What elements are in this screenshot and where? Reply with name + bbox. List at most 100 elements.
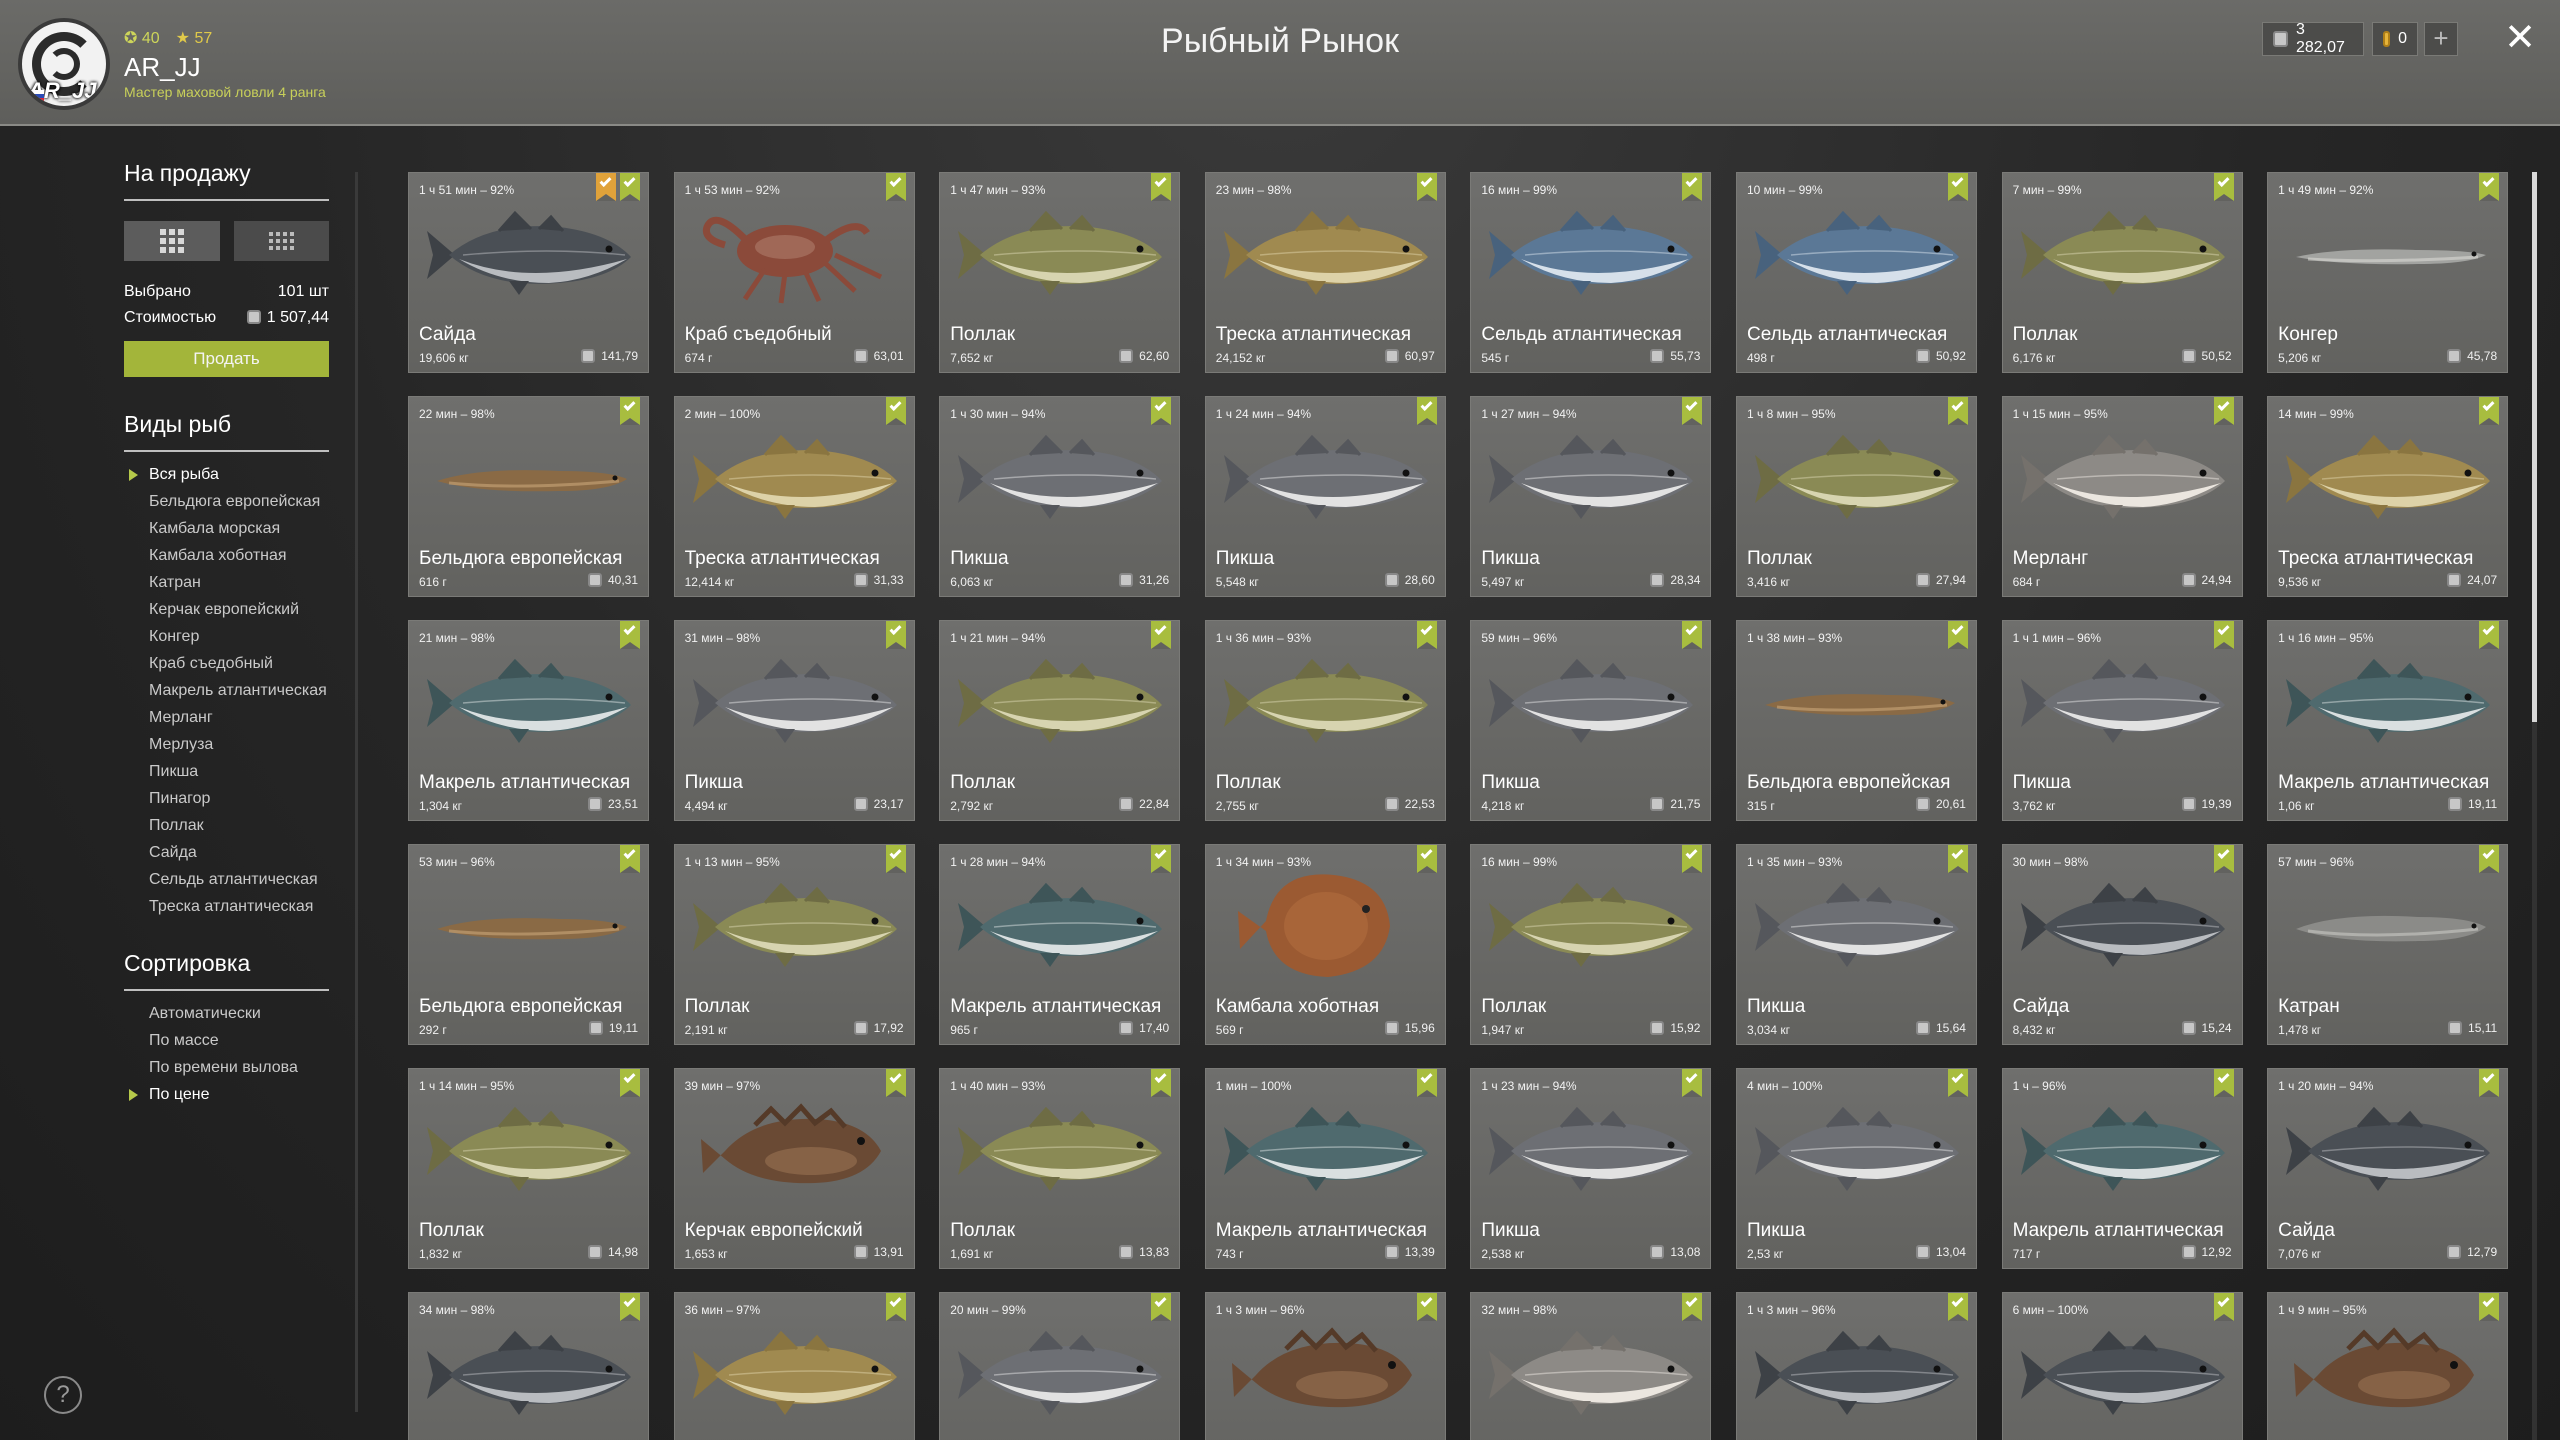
fish-card[interactable]: 1 ч 1 мин – 96% Пикша 3,762 кг 19,39 bbox=[2001, 620, 2243, 821]
species-item[interactable]: Камбала хоботная bbox=[124, 547, 329, 565]
select-bookmark-icon[interactable] bbox=[1947, 1293, 1968, 1321]
fish-card[interactable]: 1 ч 35 мин – 93% Пикша 3,034 кг 15,64 bbox=[1735, 844, 1977, 1045]
sort-item[interactable]: По времени вылова bbox=[124, 1059, 329, 1077]
select-bookmark-icon[interactable] bbox=[1416, 397, 1437, 425]
select-bookmark-icon[interactable] bbox=[2479, 397, 2500, 425]
select-bookmark-icon[interactable] bbox=[2213, 621, 2234, 649]
select-bookmark-icon[interactable] bbox=[1682, 845, 1703, 873]
select-bookmark-icon[interactable] bbox=[1682, 397, 1703, 425]
species-item[interactable]: Мерланг bbox=[124, 709, 329, 727]
select-bookmark-icon[interactable] bbox=[885, 1069, 906, 1097]
fish-card[interactable]: 16 мин – 99% Поллак 1,947 кг 15,92 bbox=[1470, 844, 1712, 1045]
fish-card[interactable]: 1 ч 38 мин – 93% Бельдюга европейская 315… bbox=[1735, 620, 1977, 821]
select-bookmark-icon[interactable] bbox=[1682, 1293, 1703, 1321]
fish-card[interactable]: 1 ч 14 мин – 95% Поллак 1,832 кг 14,98 bbox=[408, 1068, 649, 1269]
select-bookmark-icon[interactable] bbox=[2213, 845, 2234, 873]
select-bookmark-icon[interactable] bbox=[1151, 397, 1172, 425]
select-bookmark-icon[interactable] bbox=[1682, 1069, 1703, 1097]
fish-card[interactable]: 1 ч 16 мин – 95% Макрель атлантическая 1,… bbox=[2267, 620, 2508, 821]
fish-card[interactable]: 21 мин – 98% Макрель атлантическая 1,304 … bbox=[408, 620, 649, 821]
species-item[interactable]: Бельдюга европейская bbox=[124, 493, 329, 511]
select-bookmark-icon[interactable] bbox=[885, 173, 906, 201]
select-bookmark-icon[interactable] bbox=[2213, 1069, 2234, 1097]
add-gold-button[interactable]: + bbox=[2424, 22, 2458, 56]
fish-card[interactable]: 1 ч 23 мин – 94% Пикша 2,538 кг 13,08 bbox=[1470, 1068, 1712, 1269]
select-bookmark-icon[interactable] bbox=[2479, 1293, 2500, 1321]
species-item[interactable]: Камбала морская bbox=[124, 520, 329, 538]
fish-card[interactable]: 1 ч 8 мин – 95% Поллак 3,416 кг 27,94 bbox=[1735, 396, 1977, 597]
help-button[interactable]: ? bbox=[44, 1376, 82, 1414]
fish-card[interactable]: 1 мин – 100% Макрель атлантическая 743 г 1… bbox=[1204, 1068, 1446, 1269]
species-item[interactable]: Сельдь атлантическая bbox=[124, 871, 329, 889]
select-bookmark-icon[interactable] bbox=[1151, 621, 1172, 649]
select-bookmark-icon[interactable] bbox=[1151, 1069, 1172, 1097]
select-bookmark-icon[interactable] bbox=[1416, 1293, 1437, 1321]
select-bookmark-icon[interactable] bbox=[620, 621, 640, 649]
fish-card[interactable]: 23 мин – 98% Треска атлантическая 24,152 … bbox=[1204, 172, 1446, 373]
select-bookmark-icon[interactable] bbox=[1947, 845, 1968, 873]
select-bookmark-icon[interactable] bbox=[1682, 621, 1703, 649]
select-bookmark-icon[interactable] bbox=[2213, 173, 2234, 201]
fish-card[interactable]: 31 мин – 98% Пикша 4,494 кг 23,17 bbox=[673, 620, 915, 821]
fish-card[interactable]: 1 ч 21 мин – 94% Поллак 2,792 кг 22,84 bbox=[939, 620, 1181, 821]
select-bookmark-icon[interactable] bbox=[620, 1293, 640, 1321]
select-bookmark-icon[interactable] bbox=[2479, 621, 2500, 649]
fish-card[interactable]: 1 ч 34 мин – 93% Камбала хоботная 569 г 15… bbox=[1204, 844, 1446, 1045]
sell-button[interactable]: Продать bbox=[124, 341, 329, 377]
fish-card[interactable]: 1 ч 40 мин – 93% Поллак 1,691 кг 13,83 bbox=[939, 1068, 1181, 1269]
select-bookmark-icon[interactable] bbox=[620, 397, 640, 425]
select-bookmark-icon[interactable] bbox=[2479, 845, 2500, 873]
species-item[interactable]: Макрель атлантическая bbox=[124, 682, 329, 700]
select-bookmark-icon[interactable] bbox=[1947, 1069, 1968, 1097]
select-bookmark-icon[interactable] bbox=[2479, 173, 2500, 201]
fish-card[interactable]: 7 мин – 99% Поллак 6,176 кг 50,52 bbox=[2001, 172, 2243, 373]
select-bookmark-icon[interactable] bbox=[885, 845, 906, 873]
fish-card[interactable]: 1 ч 28 мин – 94% Макрель атлантическая 96… bbox=[939, 844, 1181, 1045]
fish-card[interactable]: 1 ч 49 мин – 92% Конгер 5,206 кг 45,78 bbox=[2267, 172, 2508, 373]
sort-item[interactable]: По массе bbox=[124, 1032, 329, 1050]
fish-card[interactable]: 1 ч 36 мин – 93% Поллак 2,755 кг 22,53 bbox=[1204, 620, 1446, 821]
fish-card[interactable]: 6 мин – 100% bbox=[2001, 1292, 2243, 1440]
select-bookmark-icon[interactable] bbox=[1151, 845, 1172, 873]
scrollbar-thumb[interactable] bbox=[2532, 172, 2537, 722]
species-item[interactable]: Сайда bbox=[124, 844, 329, 862]
fish-card[interactable]: 1 ч 30 мин – 94% Пикша 6,063 кг 31,26 bbox=[939, 396, 1181, 597]
fish-card[interactable]: 30 мин – 98% Сайда 8,432 кг 15,24 bbox=[2001, 844, 2243, 1045]
fish-card[interactable]: 16 мин – 99% Сельдь атлантическая 545 г 55… bbox=[1470, 172, 1712, 373]
fish-card[interactable]: 39 мин – 97% Керчак европейский 1,653 кг 1… bbox=[673, 1068, 915, 1269]
select-bookmark-icon[interactable] bbox=[1947, 173, 1968, 201]
fish-card[interactable]: 4 мин – 100% Пикша 2,53 кг 13,04 bbox=[1735, 1068, 1977, 1269]
select-bookmark-icon[interactable] bbox=[1151, 1293, 1172, 1321]
fish-card[interactable]: 10 мин – 99% Сельдь атлантическая 498 г 50… bbox=[1735, 172, 1977, 373]
species-item[interactable]: Конгер bbox=[124, 628, 329, 646]
fish-card[interactable]: 2 мин – 100% Треска атлантическая 12,414 … bbox=[673, 396, 915, 597]
select-bookmark-icon[interactable] bbox=[1682, 173, 1703, 201]
fish-card[interactable]: 57 мин – 96% Катран 1,478 кг 15,11 bbox=[2267, 844, 2508, 1045]
species-item[interactable]: Пикша bbox=[124, 763, 329, 781]
sort-item[interactable]: По цене bbox=[124, 1086, 329, 1104]
species-item[interactable]: Керчак европейский bbox=[124, 601, 329, 619]
select-bookmark-icon[interactable] bbox=[2213, 397, 2234, 425]
fish-card[interactable]: 53 мин – 96% Бельдюга европейская 292 г 19… bbox=[408, 844, 649, 1045]
fish-card[interactable]: 36 мин – 97% bbox=[673, 1292, 915, 1440]
fish-card[interactable]: 1 ч 47 мин – 93% Поллак 7,652 кг 62,60 bbox=[939, 172, 1181, 373]
fish-card[interactable]: 1 ч 3 мин – 96% bbox=[1204, 1292, 1446, 1440]
select-bookmark-icon[interactable] bbox=[885, 621, 906, 649]
species-item[interactable]: Мерлуза bbox=[124, 736, 329, 754]
sort-item[interactable]: Автоматически bbox=[124, 1005, 329, 1023]
fish-card[interactable]: 1 ч 3 мин – 96% bbox=[1735, 1292, 1977, 1440]
fish-card[interactable]: 1 ч 51 мин – 92% Сайда 19,606 кг 141,79 bbox=[408, 172, 649, 373]
fish-card[interactable]: 1 ч 27 мин – 94% Пикша 5,497 кг 28,34 bbox=[1470, 396, 1712, 597]
close-button[interactable]: ✕ bbox=[2500, 18, 2540, 58]
select-bookmark-icon[interactable] bbox=[620, 173, 640, 201]
select-bookmark-icon[interactable] bbox=[885, 1293, 906, 1321]
fish-card[interactable]: 1 ч 13 мин – 95% Поллак 2,191 кг 17,92 bbox=[673, 844, 915, 1045]
select-bookmark-icon[interactable] bbox=[1416, 621, 1437, 649]
species-item[interactable]: Пинагор bbox=[124, 790, 329, 808]
small-grid-view-button[interactable] bbox=[233, 221, 329, 261]
fish-card[interactable]: 32 мин – 98% bbox=[1470, 1292, 1712, 1440]
select-bookmark-icon[interactable] bbox=[1416, 845, 1437, 873]
select-bookmark-icon[interactable] bbox=[2213, 1293, 2234, 1321]
species-item[interactable]: Катран bbox=[124, 574, 329, 592]
fish-card[interactable]: 59 мин – 96% Пикша 4,218 кг 21,75 bbox=[1470, 620, 1712, 821]
